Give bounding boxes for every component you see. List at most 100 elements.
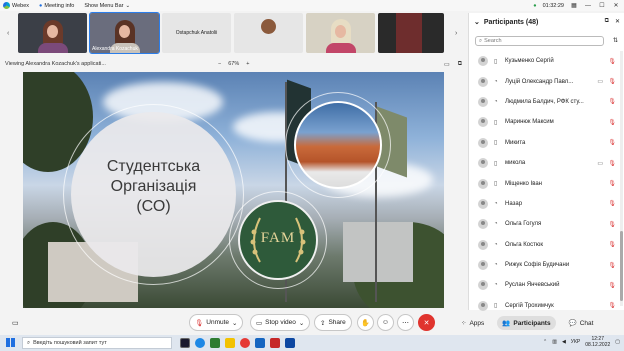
participant-row[interactable]: ▯ Маринюк Максим 🎙 <box>469 112 624 132</box>
unmute-button[interactable]: 🎙 Unmute ⌄ <box>189 314 244 331</box>
system-clock[interactable]: 12:27 08.12.2022 <box>585 336 610 348</box>
chevron-down-icon[interactable]: ⌄ <box>474 18 480 26</box>
video-tile[interactable] <box>378 13 444 53</box>
share-button[interactable]: ⇪ Share <box>314 314 352 331</box>
scrollbar[interactable] <box>620 51 623 306</box>
microphone-muted-icon[interactable]: 🎙 <box>608 98 616 105</box>
participant-name: Сергій Трохимчук <box>505 302 554 309</box>
maximize-button[interactable]: ☐ <box>598 2 606 9</box>
panel-title: Participants (48) <box>483 18 539 26</box>
video-strip: Alexandra Kozachuk Ostapchuk Anatolii <box>18 12 444 54</box>
participant-row[interactable]: ◔ Руслан Янчевський 🎙 <box>469 275 624 295</box>
meeting-info-button[interactable]: ● Meeting info <box>39 3 74 9</box>
participant-name: Ольга Гогуля <box>505 221 542 228</box>
avatar <box>478 198 488 209</box>
avatar <box>478 280 488 291</box>
strip-next-icon[interactable]: › <box>455 30 457 37</box>
language-indicator[interactable]: УКР <box>571 339 580 345</box>
zoom-level[interactable]: 67% <box>228 61 239 67</box>
grid-icon[interactable]: ▦ <box>570 2 578 9</box>
video-tile-active[interactable]: Alexandra Kozachuk <box>89 12 160 54</box>
avatar <box>478 117 488 128</box>
participant-shirt <box>37 43 68 53</box>
participant-row[interactable]: ◔ Назар 🎙 <box>469 194 624 214</box>
microphone-muted-icon: 🎙 <box>195 319 204 327</box>
chrome-icon[interactable] <box>240 338 250 348</box>
participant-row[interactable]: ◔ Ольга Костюк 🎙 <box>469 235 624 255</box>
more-options-button[interactable]: ⋯ <box>397 314 414 331</box>
microphone-muted-icon[interactable]: 🎙 <box>608 139 616 146</box>
participant-row[interactable]: ▯ микола ▭ 🎙 <box>469 153 624 173</box>
apps-button[interactable]: ⁘ Apps <box>456 316 489 330</box>
windows-start-icon[interactable] <box>6 338 15 347</box>
microphone-muted-icon[interactable]: 🎙 <box>608 241 616 248</box>
microphone-muted-icon[interactable]: 🎙 <box>608 302 616 309</box>
video-tile[interactable] <box>306 13 375 53</box>
notifications-icon[interactable]: ▢ <box>615 339 620 345</box>
participant-row[interactable]: ◔ Ольга Гогуля 🎙 <box>469 214 624 234</box>
chat-button[interactable]: 💬 Chat <box>564 316 599 330</box>
browser-icon[interactable] <box>210 338 220 348</box>
microphone-muted-icon[interactable]: 🎙 <box>608 119 616 126</box>
participant-row[interactable]: ◔ Рижук Софія Будичани 🎙 <box>469 255 624 275</box>
participant-row[interactable]: ▯ Сергій Трохимчук 🎙 <box>469 296 624 316</box>
chat-icon: 💬 <box>568 320 577 327</box>
raise-hand-button[interactable]: ✋ <box>357 314 374 331</box>
stop-video-button[interactable]: ▭ Stop video ⌄ <box>250 314 311 331</box>
pop-out-icon[interactable]: ⧉ <box>605 18 609 25</box>
pop-out-icon[interactable]: ⧉ <box>458 61 462 68</box>
microphone-muted-icon[interactable]: 🎙 <box>608 58 616 65</box>
participant-name: Маринюк Максим <box>505 119 554 126</box>
meeting-controls: ▭ 🎙 Unmute ⌄ ▭ Stop video ⌄ ⇪ Share ✋ ☺ … <box>0 312 466 334</box>
participant-row[interactable]: ▯ Микита 🎙 <box>469 133 624 153</box>
annotate-icon[interactable]: ▭ <box>444 61 450 68</box>
strip-prev-icon[interactable]: ‹ <box>7 30 9 37</box>
word-icon[interactable] <box>255 338 265 348</box>
microphone-muted-icon[interactable]: 🎙 <box>608 221 616 228</box>
zoom-in-button[interactable]: + <box>246 61 249 67</box>
microphone-muted-icon[interactable]: 🎙 <box>608 200 616 207</box>
microphone-muted-icon[interactable]: 🎙 <box>608 262 616 269</box>
participant-row[interactable]: ◔ Луцій Олександр Павл... ▭ 🎙 <box>469 71 624 91</box>
network-icon[interactable]: ▥ <box>552 339 557 345</box>
microphone-muted-icon[interactable]: 🎙 <box>608 180 616 187</box>
app-icon[interactable] <box>285 338 295 348</box>
participant-search-input[interactable]: ⌕ Search <box>475 36 604 46</box>
close-button[interactable]: ✕ <box>612 2 620 9</box>
participants-button[interactable]: 👥 Participants <box>497 316 556 330</box>
sort-icon[interactable]: ⇅ <box>613 37 618 44</box>
headset-icon: ◔ <box>494 262 498 269</box>
video-tile-no-video[interactable]: Ostapchuk Anatolii <box>162 13 231 53</box>
participant-row[interactable]: ▯ Кузьменко Сергій 🎙 <box>469 51 624 71</box>
participant-shirt <box>325 43 356 53</box>
captions-icon[interactable]: ▭ <box>12 319 19 327</box>
participant-face <box>119 25 130 38</box>
video-tile[interactable] <box>18 13 87 53</box>
webex-app-icon[interactable] <box>195 338 205 348</box>
show-menu-bar-button[interactable]: Show Menu Bar ⌄ <box>84 3 130 9</box>
microphone-muted-icon[interactable]: 🎙 <box>608 78 616 85</box>
minimize-button[interactable]: — <box>584 3 592 9</box>
microphone-muted-icon[interactable]: 🎙 <box>608 282 616 289</box>
participant-row[interactable]: ◔ Людмила Балдич, РФК сту... 🎙 <box>469 92 624 112</box>
participant-name: Рижук Софія Будичани <box>505 262 570 269</box>
video-tile-avatar[interactable] <box>234 13 303 53</box>
close-icon[interactable]: ✕ <box>615 18 620 25</box>
participant-name: Людмила Балдич, РФК сту... <box>505 98 584 105</box>
participant-row[interactable]: ▯ Міщенко Іван 🎙 <box>469 173 624 193</box>
chevron-down-icon[interactable]: ⌄ <box>232 319 237 327</box>
zoom-out-button[interactable]: − <box>218 61 221 67</box>
task-view-icon[interactable] <box>180 338 190 348</box>
apps-label: Apps <box>469 319 485 327</box>
acrobat-icon[interactable] <box>270 338 280 348</box>
taskbar-search-input[interactable]: ⌕ Введіть пошуковий запит тут <box>22 337 172 349</box>
chevron-down-icon[interactable]: ⌄ <box>299 319 304 327</box>
search-icon: ⌕ <box>27 339 31 346</box>
leave-meeting-button[interactable]: ✕ <box>418 314 435 331</box>
slide-title-line: Студентська <box>106 158 201 175</box>
folder-icon[interactable] <box>225 338 235 348</box>
microphone-muted-icon[interactable]: 🎙 <box>608 160 616 167</box>
volume-icon[interactable]: ◀ <box>562 339 566 345</box>
chevron-up-icon[interactable]: ⌃ <box>543 339 547 345</box>
reactions-button[interactable]: ☺ <box>377 314 394 331</box>
